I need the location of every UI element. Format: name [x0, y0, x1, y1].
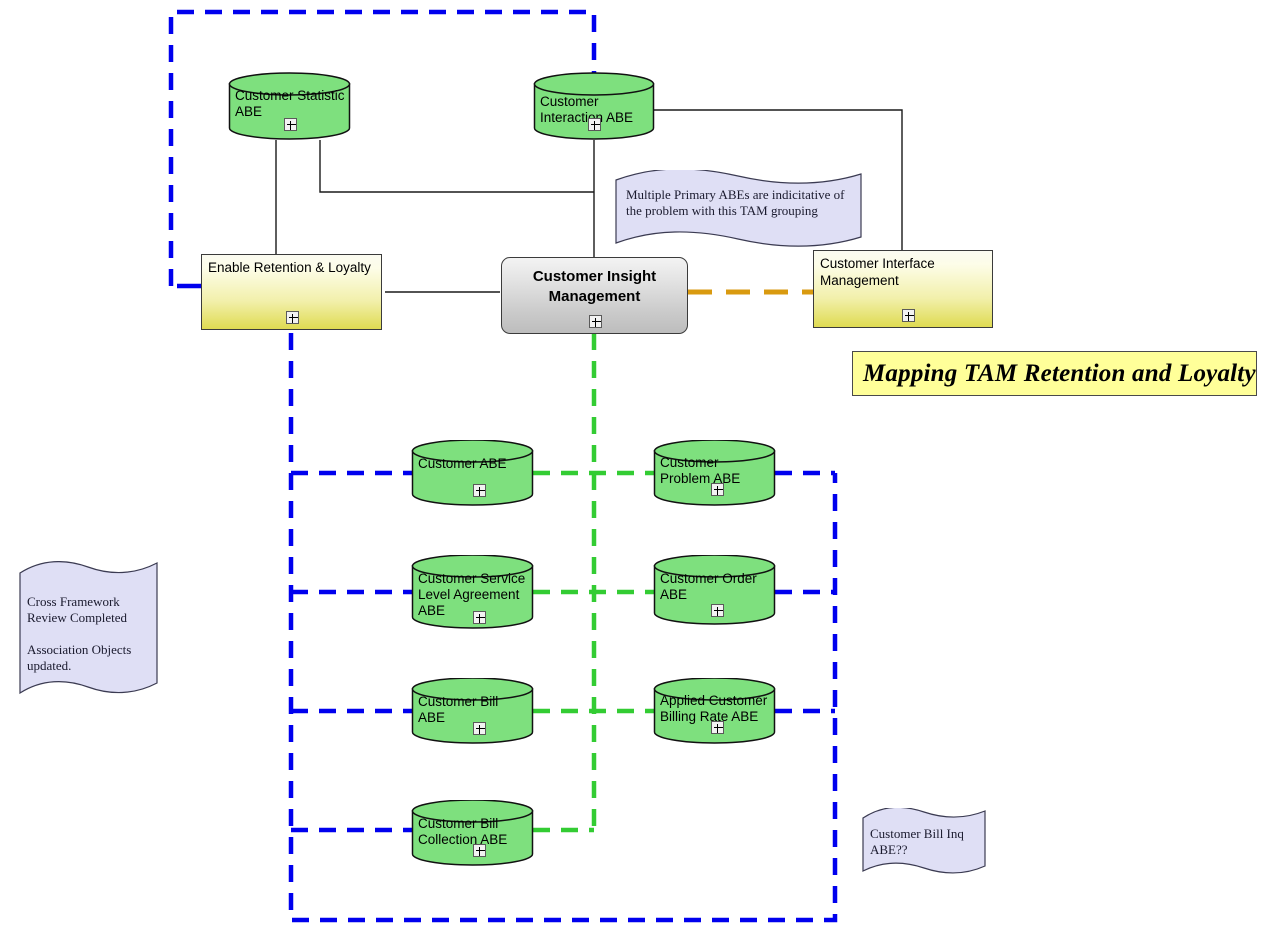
expand-icon[interactable]	[711, 604, 724, 617]
process-customer-insight-management[interactable]: Customer Insight Management	[501, 257, 691, 337]
note-multiple-primary-abes[interactable]: Multiple Primary ABEs are indicitative o…	[614, 170, 863, 247]
abe-customer-interaction[interactable]: Customer Interaction ABE	[533, 72, 655, 140]
process-label: Enable Retention & Loyalty	[208, 260, 371, 275]
note-cross-framework-review[interactable]: Cross Framework Review Completed Associa…	[18, 561, 159, 700]
page-title: Mapping TAM Retention and Loyalty	[863, 359, 1256, 387]
abe-customer-statistic[interactable]: Customer Statistic ABE	[228, 72, 351, 140]
note-text: Multiple Primary ABEs are indicitative o…	[626, 187, 845, 218]
process-customer-interface-management[interactable]: Customer Interface Management	[813, 250, 996, 331]
expand-icon[interactable]	[711, 483, 724, 496]
abe-customer[interactable]: Customer ABE	[411, 440, 534, 506]
connector-layer	[168, 9, 903, 923]
expand-icon[interactable]	[473, 484, 486, 497]
expand-icon[interactable]	[286, 311, 299, 324]
abe-customer-bill[interactable]: Customer Bill ABE	[411, 678, 534, 744]
diagram-title-banner: Mapping TAM Retention and Loyalty	[852, 351, 1257, 396]
abe-label: Customer Order ABE	[660, 571, 757, 602]
process-enable-retention-loyalty[interactable]: Enable Retention & Loyalty	[201, 254, 385, 333]
expand-icon[interactable]	[588, 118, 601, 131]
process-label: Customer Interface Management	[820, 256, 935, 288]
expand-icon[interactable]	[902, 309, 915, 322]
expand-icon[interactable]	[711, 721, 724, 734]
expand-icon[interactable]	[589, 315, 602, 328]
blue-branch-left	[291, 470, 412, 833]
diagram-canvas: Customer Statistic ABE Customer Interact…	[0, 0, 1281, 941]
process-label: Customer Insight Management	[532, 268, 657, 305]
expand-icon[interactable]	[284, 118, 297, 131]
note-text: Customer Bill Inq ABE??	[870, 826, 964, 857]
expand-icon[interactable]	[473, 844, 486, 857]
abe-label: Customer ABE	[418, 456, 507, 471]
abe-applied-customer-billing-rate[interactable]: Applied Customer Billing Rate ABE	[653, 678, 776, 744]
expand-icon[interactable]	[473, 722, 486, 735]
abe-customer-order[interactable]: Customer Order ABE	[653, 555, 776, 625]
abe-customer-bill-collection[interactable]: Customer Bill Collection ABE	[411, 800, 534, 866]
expand-icon[interactable]	[473, 611, 486, 624]
note-customer-bill-inq[interactable]: Customer Bill Inq ABE??	[861, 808, 987, 876]
note-text: Cross Framework Review Completed Associa…	[27, 594, 132, 673]
abe-label: Customer Statistic ABE	[235, 88, 345, 119]
blue-boundary-upper	[168, 9, 597, 286]
abe-customer-problem[interactable]: Customer Problem ABE	[653, 440, 776, 506]
abe-customer-service-level-agreement[interactable]: Customer Service Level Agreement ABE	[411, 555, 534, 629]
blue-branch-right	[775, 470, 835, 714]
